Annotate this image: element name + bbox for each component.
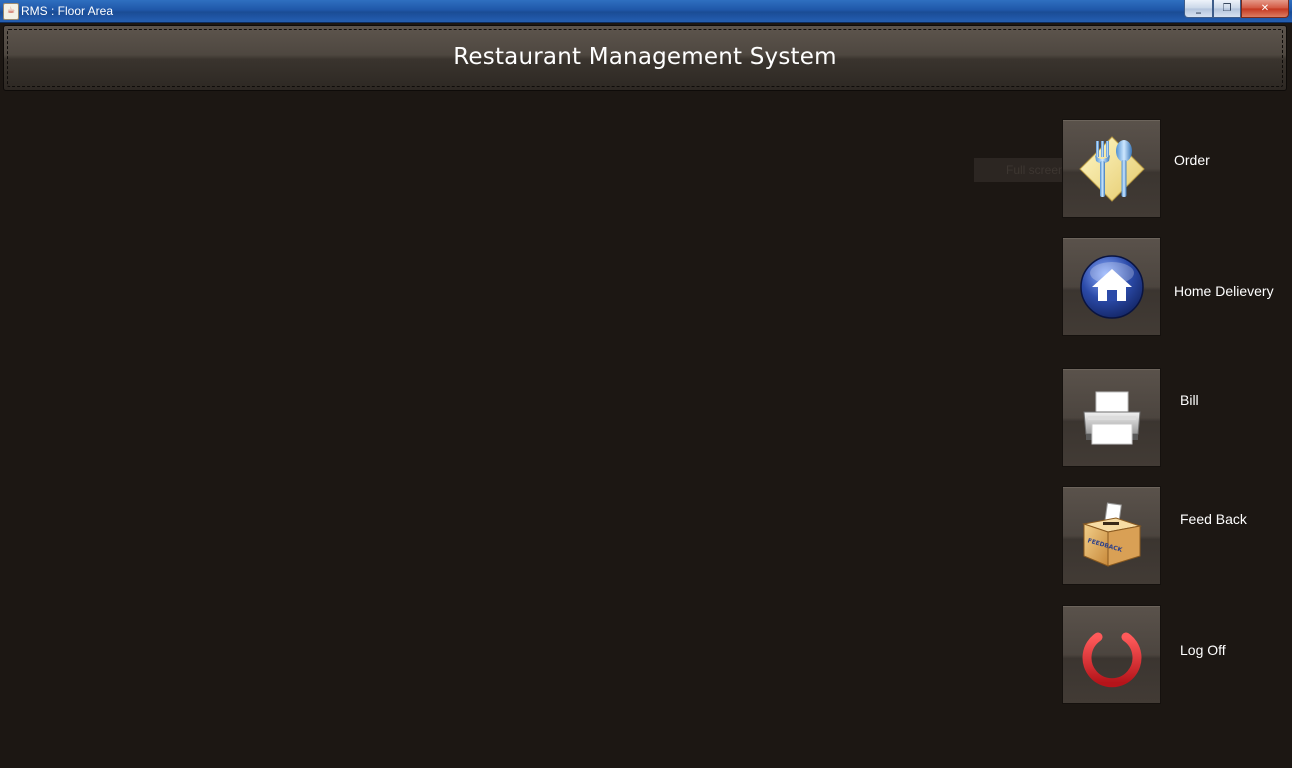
home-icon xyxy=(1080,255,1144,319)
window-controls: _ ❐ ✕ xyxy=(1184,0,1289,18)
close-button[interactable]: ✕ xyxy=(1241,0,1289,18)
order-button[interactable] xyxy=(1062,119,1161,218)
header-banner: Restaurant Management System xyxy=(3,25,1287,91)
feedback-label: Feed Back xyxy=(1180,511,1247,527)
logoff-button[interactable] xyxy=(1062,605,1161,704)
printer-icon xyxy=(1083,391,1141,445)
feedback-box-icon: FEEDBACK xyxy=(1082,502,1142,567)
cutlery-icon xyxy=(1079,136,1145,202)
feedback-button[interactable]: FEEDBACK xyxy=(1062,486,1161,585)
home-delivery-label: Home Delievery xyxy=(1174,283,1274,299)
bill-button[interactable] xyxy=(1062,368,1161,467)
power-icon xyxy=(1082,622,1142,688)
home-delivery-button[interactable] xyxy=(1062,237,1161,336)
floor-area-main: Full screen Order Home Delievery Bill FE… xyxy=(0,94,1292,768)
maximize-button[interactable]: ❐ xyxy=(1213,0,1241,18)
minimize-button[interactable]: _ xyxy=(1184,0,1213,18)
page-title: Restaurant Management System xyxy=(453,44,837,70)
order-label: Order xyxy=(1174,152,1210,168)
java-cup-icon: ☕ xyxy=(3,3,19,20)
bill-label: Bill xyxy=(1180,392,1199,408)
window-titlebar: ☕ RMS : Floor Area _ ❐ ✕ xyxy=(0,0,1292,23)
logoff-label: Log Off xyxy=(1180,642,1226,658)
window-title: RMS : Floor Area xyxy=(21,4,114,18)
